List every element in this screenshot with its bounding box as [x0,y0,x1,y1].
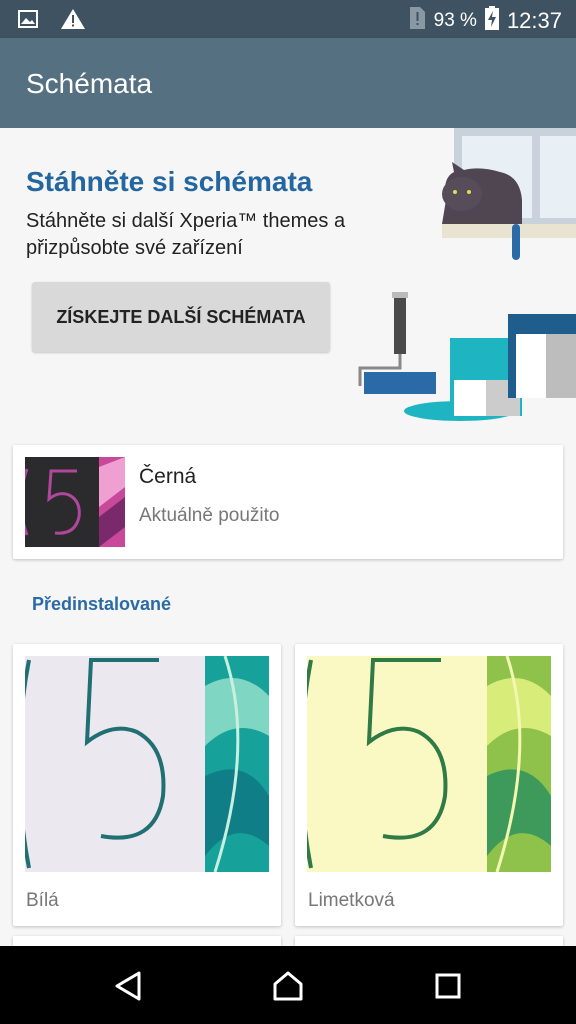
status-bar: 93 % 12:37 [0,0,576,38]
battery-charging-icon [484,6,499,36]
back-icon [115,971,141,1001]
promo-title: Stáhněte si schémata [26,166,313,197]
current-theme-card[interactable]: Černá Aktuálně použito [13,445,563,559]
theme-card-lime[interactable]: Limetková [295,644,563,926]
promo-illustration [358,128,576,421]
image-notification-icon [18,10,38,33]
recents-button[interactable] [428,966,468,1006]
current-theme-status: Aktuálně použito [139,505,280,526]
get-more-themes-button[interactable]: ZÍSKEJTE DALŠÍ SCHÉMATA [32,282,330,352]
navigation-bar [0,946,576,1024]
battery-percent: 93 % [433,10,477,31]
promo-banner: Stáhněte si schémata Stáhněte si další X… [0,128,576,423]
home-button[interactable] [268,966,308,1006]
theme-name-white: Bílá [26,890,59,911]
clock: 12:37 [506,8,562,33]
theme-thumbnail-lime [307,656,551,872]
app-bar: Schémata [0,38,576,128]
promo-text: Stáhněte si další Xperia™ themes a přizp… [26,210,346,259]
recents-icon [435,973,461,999]
theme-thumbnail-white [25,656,269,872]
theme-card-white[interactable]: Bílá [13,644,281,926]
current-theme-name: Černá [139,465,197,488]
theme-card-partial[interactable] [13,936,281,946]
current-theme-thumbnail [25,457,125,547]
page-title: Schémata [26,68,153,99]
no-sim-icon [408,6,426,36]
content-area[interactable]: Stáhněte si schémata Stáhněte si další X… [0,128,576,946]
home-icon [273,971,303,1001]
warning-icon [60,8,86,35]
theme-name-lime: Limetková [308,890,395,911]
theme-card-partial[interactable] [295,936,563,946]
back-button[interactable] [108,966,148,1006]
section-preinstalled: Předinstalované [32,594,172,614]
